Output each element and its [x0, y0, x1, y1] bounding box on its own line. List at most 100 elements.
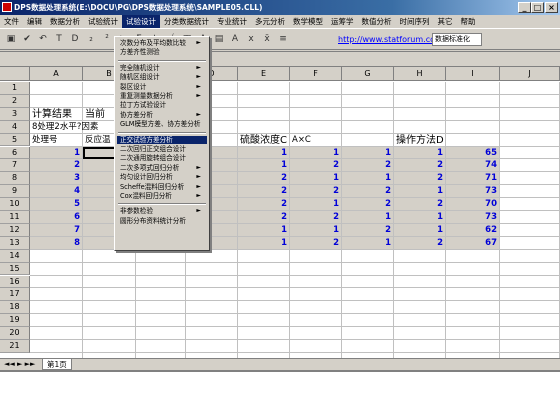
data-cell[interactable]: 73 [446, 211, 497, 224]
data-cell[interactable]: 1 [342, 172, 391, 185]
menu-item-19[interactable]: 非参数检验 ► [117, 207, 207, 215]
col-header-F[interactable]: F [290, 67, 342, 81]
data-cell[interactable]: 2 [290, 211, 339, 224]
undo-icon[interactable]: ↶ [36, 32, 50, 46]
data-cell[interactable]: 1 [238, 147, 287, 160]
cell-e5[interactable]: 硫酸浓度C [240, 134, 287, 147]
data-cell[interactable]: 2 [238, 198, 287, 211]
row-header-8[interactable]: 8 [0, 172, 30, 186]
row-header-17[interactable]: 17 [0, 288, 30, 302]
row-header-5[interactable]: 5 [0, 133, 30, 147]
data-cell[interactable]: 67 [446, 237, 497, 250]
menu-13[interactable]: 其它 [434, 15, 457, 28]
row-header-13[interactable]: 13 [0, 236, 30, 250]
sheet-tab-1[interactable]: 第1页 [42, 359, 72, 370]
data-cell[interactable]: 65 [446, 147, 497, 160]
menu-8[interactable]: 多元分析 [251, 15, 289, 28]
menu-item-3[interactable]: 完全随机设计 ► [117, 64, 207, 72]
row-header-21[interactable]: 21 [0, 340, 30, 353]
data-cell[interactable]: 73 [446, 185, 497, 198]
data-cell[interactable]: 74 [446, 159, 497, 172]
dc-icon[interactable]: D [68, 32, 82, 46]
cell-a3[interactable]: 计算结果 [32, 108, 72, 121]
app-icon[interactable] [2, 2, 12, 12]
xb-icon[interactable]: x̄ [260, 32, 274, 46]
data-cell[interactable]: 1 [290, 172, 339, 185]
menu-14[interactable]: 帮助 [457, 15, 480, 28]
data-cell[interactable]: 2 [342, 159, 391, 172]
font-t-icon[interactable]: T [52, 32, 66, 46]
menu-7[interactable]: 专业统计 [213, 15, 251, 28]
data-cell[interactable]: 2 [238, 172, 287, 185]
menu-9[interactable]: 数学模型 [289, 15, 327, 28]
col-header-G[interactable]: G [342, 67, 394, 81]
tab-nav-icon[interactable]: ◄◄ ► ►► [4, 360, 35, 368]
cell-f5[interactable]: A×C [292, 134, 311, 147]
data-cell[interactable]: 1 [238, 237, 287, 250]
menu-item-0[interactable]: 次数分布及平均数比较 ► [117, 39, 207, 47]
data-cell[interactable]: 1 [30, 147, 80, 160]
close-button[interactable]: × [545, 2, 558, 13]
data-cell[interactable]: 2 [30, 159, 80, 172]
data-cell[interactable]: 1 [394, 147, 443, 160]
data-cell[interactable]: 1 [394, 211, 443, 224]
menu-12[interactable]: 时间序列 [396, 15, 434, 28]
data-cell[interactable]: 1 [394, 224, 443, 237]
data-cell[interactable]: 2 [342, 185, 391, 198]
col-header-H[interactable]: H [394, 67, 446, 81]
row-header-1[interactable]: 1 [0, 82, 30, 95]
row-header-19[interactable]: 19 [0, 314, 30, 328]
row-header-16[interactable]: 16 [0, 275, 30, 289]
data-cell[interactable]: 1 [238, 159, 287, 172]
menu-item-8[interactable]: 协方差分析 ► [117, 111, 207, 119]
menu-6[interactable]: 分类数据统计 [160, 15, 213, 28]
row-header-18[interactable]: 18 [0, 301, 30, 315]
data-cell[interactable]: 1 [342, 211, 391, 224]
cell-h5[interactable]: 操作方法D [396, 134, 444, 147]
data-cell[interactable]: 8 [30, 237, 80, 250]
data-cell[interactable]: 2 [238, 211, 287, 224]
AA-icon[interactable]: A [228, 32, 242, 46]
data-cell[interactable]: 7 [30, 224, 80, 237]
menu-11[interactable]: 数值分析 [358, 15, 396, 28]
data-cell[interactable]: 2 [394, 172, 443, 185]
data-cell[interactable]: 6 [30, 211, 80, 224]
row-header-4[interactable]: 4 [0, 120, 30, 134]
row-header-3[interactable]: 3 [0, 107, 30, 121]
col-header-E[interactable]: E [238, 67, 290, 81]
menu-item-5[interactable]: 裂区设计 ► [117, 83, 207, 91]
data-cell[interactable]: 1 [290, 224, 339, 237]
menu-4[interactable]: 试验统计 [84, 15, 122, 28]
x2-icon[interactable]: x [244, 32, 258, 46]
data-cell[interactable]: 1 [342, 147, 391, 160]
cell-b3[interactable]: 当前 [85, 108, 105, 121]
data-cell[interactable]: 3 [30, 172, 80, 185]
col-header-J[interactable]: J [500, 67, 560, 81]
row-header-15[interactable]: 15 [0, 262, 30, 276]
data-cell[interactable]: 1 [290, 198, 339, 211]
row-header-9[interactable]: 9 [0, 185, 30, 199]
cell-a4[interactable]: 8处理2水平?因素 [32, 121, 98, 134]
mode-select[interactable]: 数据标准化 [432, 33, 482, 46]
data-cell[interactable]: 2 [290, 237, 339, 250]
website-link[interactable]: http://www.statforum.com [338, 35, 443, 44]
data-cell[interactable]: 2 [394, 237, 443, 250]
menu-1[interactable]: 文件 [0, 15, 23, 28]
data-cell[interactable]: 2 [238, 185, 287, 198]
col-header-I[interactable]: I [446, 67, 500, 81]
cell-a5[interactable]: 处理号 [32, 134, 58, 147]
menu-item-13[interactable]: 二次通用旋转组合设计 [117, 154, 207, 162]
menu-item-4[interactable]: 随机区组设计 ► [117, 73, 207, 81]
data-cell[interactable]: 2 [394, 198, 443, 211]
row-header-12[interactable]: 12 [0, 223, 30, 237]
menu-item-14[interactable]: 二次多项式回归分析 ► [117, 164, 207, 172]
menu-3[interactable]: 数据分析 [46, 15, 84, 28]
menu-item-9[interactable]: GLM模型方差、协方差分析 [117, 120, 207, 128]
data-cell[interactable]: 2 [290, 185, 339, 198]
output-pane[interactable] [0, 370, 560, 420]
data-cell[interactable]: 1 [290, 147, 339, 160]
data-cell[interactable]: 71 [446, 172, 497, 185]
data-cell[interactable]: 2 [290, 159, 339, 172]
check-icon[interactable]: ✔ [20, 32, 34, 46]
sub-icon[interactable]: ₂ [84, 32, 98, 46]
